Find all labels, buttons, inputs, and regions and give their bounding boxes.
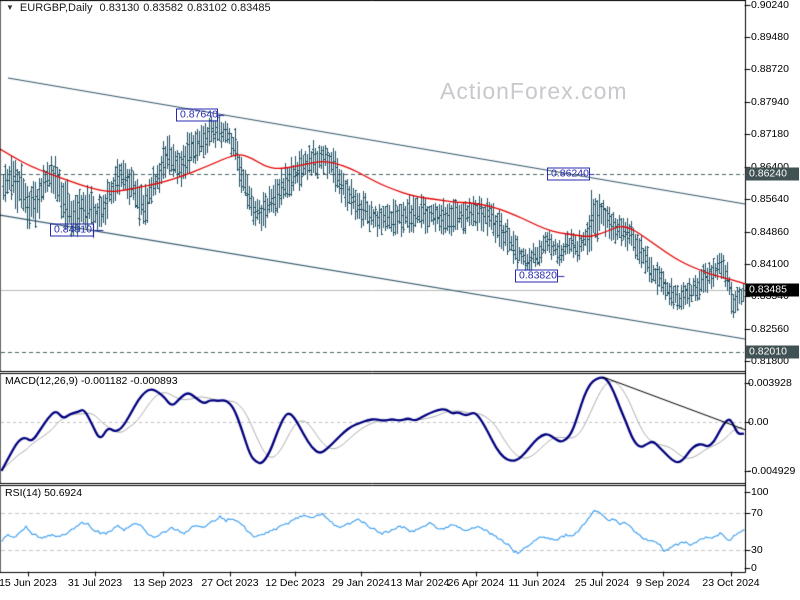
price-axis-label: 0.82560 <box>751 323 789 335</box>
macd-axis-label: 0.00 <box>748 416 769 428</box>
date-axis-label: 13 Mar 2024 <box>390 577 450 589</box>
price-axis-label: 0.90240 <box>751 0 789 11</box>
watermark: ActionForex.com <box>440 78 628 104</box>
ohlc-close: 0.83485 <box>230 2 271 14</box>
symbol-title: EURGBP,Daily <box>19 2 93 14</box>
date-axis-label: 29 Jan 2024 <box>332 577 390 589</box>
price-annotation[interactable]: 0.84910 <box>50 223 94 237</box>
macd-axis-label: -0.004929 <box>748 465 796 477</box>
price-annotation[interactable]: 0.87640 <box>176 108 218 122</box>
symbol-dropdown-icon[interactable]: ▼ <box>6 3 14 12</box>
date-axis-label: 9 Sep 2024 <box>636 577 690 589</box>
date-axis-label: 15 Jun 2023 <box>0 577 57 589</box>
price-chart-canvas[interactable] <box>0 0 800 600</box>
price-annotation[interactable]: 0.86240 <box>547 167 590 181</box>
symbol-info-bar: ▼ EURGBP,Daily 0.83130 0.83582 0.83102 0.834… <box>6 2 275 14</box>
macd-axis-label: 0.003928 <box>748 377 792 389</box>
date-axis-label: 31 Jul 2023 <box>67 577 123 589</box>
price-axis-label: 0.87180 <box>751 128 789 140</box>
price-badge: 0.83485 <box>746 283 799 297</box>
date-axis-label: 25 Jul 2024 <box>574 577 630 589</box>
date-axis-label: 23 Oct 2024 <box>702 577 760 589</box>
rsi-axis-label: 0 <box>751 562 757 574</box>
ohlc-low: 0.83102 <box>187 2 227 14</box>
macd-indicator-label: MACD(12,26,9) -0.001182 -0.000893 <box>5 375 178 387</box>
date-axis-label: 26 Apr 2024 <box>447 577 505 589</box>
ohlc-high: 0.83582 <box>143 2 184 14</box>
price-axis-label: 0.84860 <box>751 226 789 238</box>
rsi-axis-label: 70 <box>751 507 763 519</box>
price-axis-label: 0.89480 <box>751 31 789 43</box>
price-axis-label: 0.87940 <box>751 96 789 108</box>
date-axis-label: 27 Oct 2023 <box>201 577 259 589</box>
date-axis-label: 13 Sep 2023 <box>133 577 193 589</box>
price-annotation[interactable]: 0.83820 <box>515 269 558 283</box>
price-axis-label: 0.85640 <box>751 193 789 205</box>
price-badge: 0.82010 <box>746 345 799 359</box>
rsi-axis-label: 100 <box>751 486 769 498</box>
price-badge: 0.86240 <box>746 167 799 181</box>
price-axis-label: 0.84100 <box>751 258 789 270</box>
rsi-axis-label: 30 <box>751 544 763 556</box>
chart-window: ▼ EURGBP,Daily 0.83130 0.83582 0.83102 0.834… <box>0 0 800 600</box>
date-axis-label: 11 Jun 2024 <box>508 577 566 589</box>
ohlc-open: 0.83130 <box>99 2 140 14</box>
price-axis-label: 0.88720 <box>751 63 789 75</box>
date-axis-label: 12 Dec 2023 <box>265 577 325 589</box>
rsi-indicator-label: RSI(14) 50.6924 <box>5 487 83 499</box>
